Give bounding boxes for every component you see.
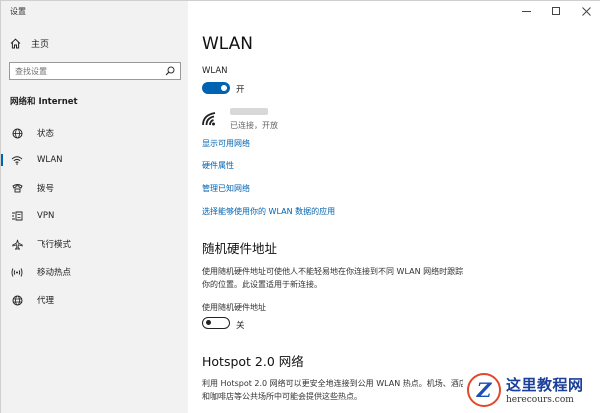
manage-known-networks-link[interactable]: 管理已知网络 (202, 183, 250, 194)
sidebar-item-label: 拨号 (37, 184, 55, 194)
show-available-networks-link[interactable]: 显示可用网络 (202, 138, 250, 149)
watermark-url: herecours.com (506, 395, 574, 405)
hotspot20-heading: Hotspot 2.0 网络 (202, 354, 304, 369)
sidebar-item-wlan[interactable]: WLAN (1, 149, 188, 171)
minimize-icon (521, 10, 531, 12)
sidebar-item-dialup[interactable]: 拨号 (1, 177, 188, 199)
dialup-phone-icon (10, 183, 24, 193)
toggle-knob (221, 85, 227, 91)
wifi-icon (10, 155, 24, 165)
sidebar-item-vpn[interactable]: VPN (1, 205, 188, 227)
sidebar-item-label: VPN (37, 211, 55, 221)
vpn-icon (10, 211, 24, 221)
sidebar-item-hotspot[interactable]: 移动热点 (1, 261, 188, 283)
toggle-knob (206, 320, 211, 325)
random-hw-toggle-label: 使用随机硬件地址 (202, 303, 266, 312)
airplane-icon (10, 239, 24, 250)
hardware-properties-link[interactable]: 硬件属性 (202, 160, 234, 171)
choose-apps-link[interactable]: 选择能够使用你的 WLAN 数据的应用 (202, 206, 335, 217)
search-box[interactable] (9, 62, 181, 80)
sidebar-item-status[interactable]: 状态 (1, 122, 188, 144)
sidebar-item-proxy[interactable]: 代理 (1, 289, 188, 311)
section-title: 网络和 Internet (10, 97, 78, 107)
wifi-signal-icon (202, 111, 220, 130)
minimize-button[interactable] (511, 1, 541, 21)
sidebar-item-label: 飞行模式 (37, 240, 72, 250)
app-title: 设置 (10, 7, 26, 16)
maximize-icon (552, 7, 560, 15)
page-title: WLAN (202, 34, 254, 54)
sidebar-item-label: WLAN (37, 155, 63, 165)
home-nav-item[interactable]: 主页 (10, 37, 49, 50)
watermark: Z 这里教程网 herecours.com (463, 365, 600, 413)
titlebar-controls (511, 1, 600, 21)
wlan-toggle-state: 开 (236, 85, 245, 95)
hotspot-icon (10, 267, 24, 278)
main-content: WLAN WLAN 开 已连接，开放 显示可用网络 硬件属性 管理已知网络 选择… (188, 1, 600, 413)
sidebar-item-label: 移动热点 (37, 268, 72, 278)
wlan-toggle-label: WLAN (202, 66, 228, 76)
random-hw-description: 使用随机硬件地址可使他人不能轻易地在你连接到不同 WLAN 网络时跟踪你的位置。… (202, 267, 464, 289)
close-icon (581, 6, 591, 16)
hotspot20-description: 利用 Hotspot 2.0 网络可以更安全地连接到公用 WLAN 热点。机场、… (202, 379, 467, 401)
watermark-title: 这里教程网 (506, 376, 584, 394)
sidebar-item-label: 代理 (37, 296, 55, 306)
wlan-toggle[interactable] (202, 82, 230, 94)
random-hw-heading: 随机硬件地址 (202, 241, 278, 256)
network-status: 已连接，开放 (230, 121, 278, 130)
settings-window: 设置 主页 网络和 Internet 状态 WLAN (0, 0, 600, 413)
maximize-button[interactable] (541, 1, 571, 21)
search-icon[interactable] (165, 66, 175, 76)
home-label: 主页 (31, 40, 50, 50)
home-icon (10, 38, 21, 49)
proxy-globe-icon (10, 295, 24, 306)
close-button[interactable] (571, 1, 600, 21)
random-hw-toggle-state: 关 (236, 321, 245, 331)
search-input[interactable] (15, 66, 155, 76)
random-hw-toggle[interactable] (202, 317, 230, 329)
globe-icon (10, 128, 24, 139)
sidebar-item-airplane[interactable]: 飞行模式 (1, 233, 188, 255)
network-name-redacted (230, 108, 268, 115)
sidebar: 设置 主页 网络和 Internet 状态 WLAN (1, 1, 188, 413)
watermark-logo: Z (467, 372, 501, 407)
sidebar-item-label: 状态 (37, 129, 55, 139)
